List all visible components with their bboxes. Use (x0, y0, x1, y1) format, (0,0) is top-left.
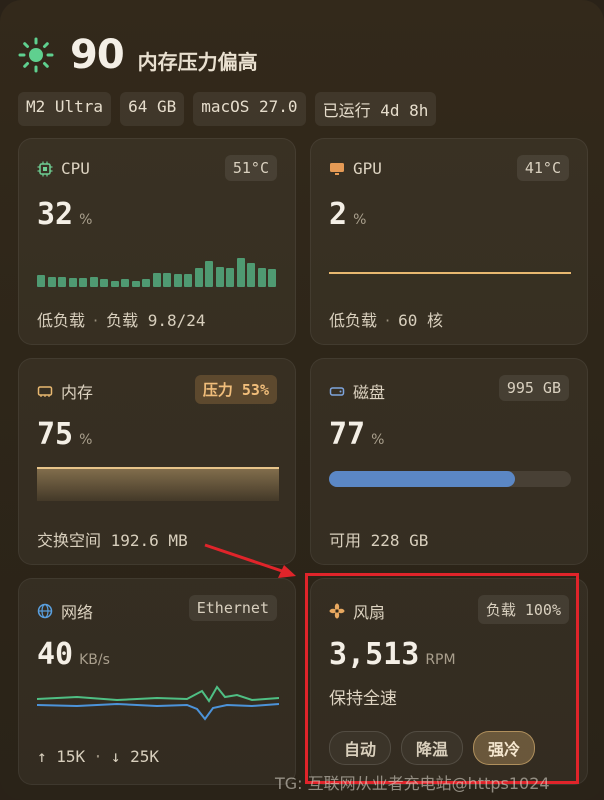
annotation-arrow (204, 543, 296, 578)
system-monitor-panel: 90 内存压力偏高 M2 Ultra 64 GB macOS 27.0 已运行 … (0, 0, 604, 800)
watermark-text: TG: 互联网从业者充电站@https1024 (275, 774, 550, 793)
